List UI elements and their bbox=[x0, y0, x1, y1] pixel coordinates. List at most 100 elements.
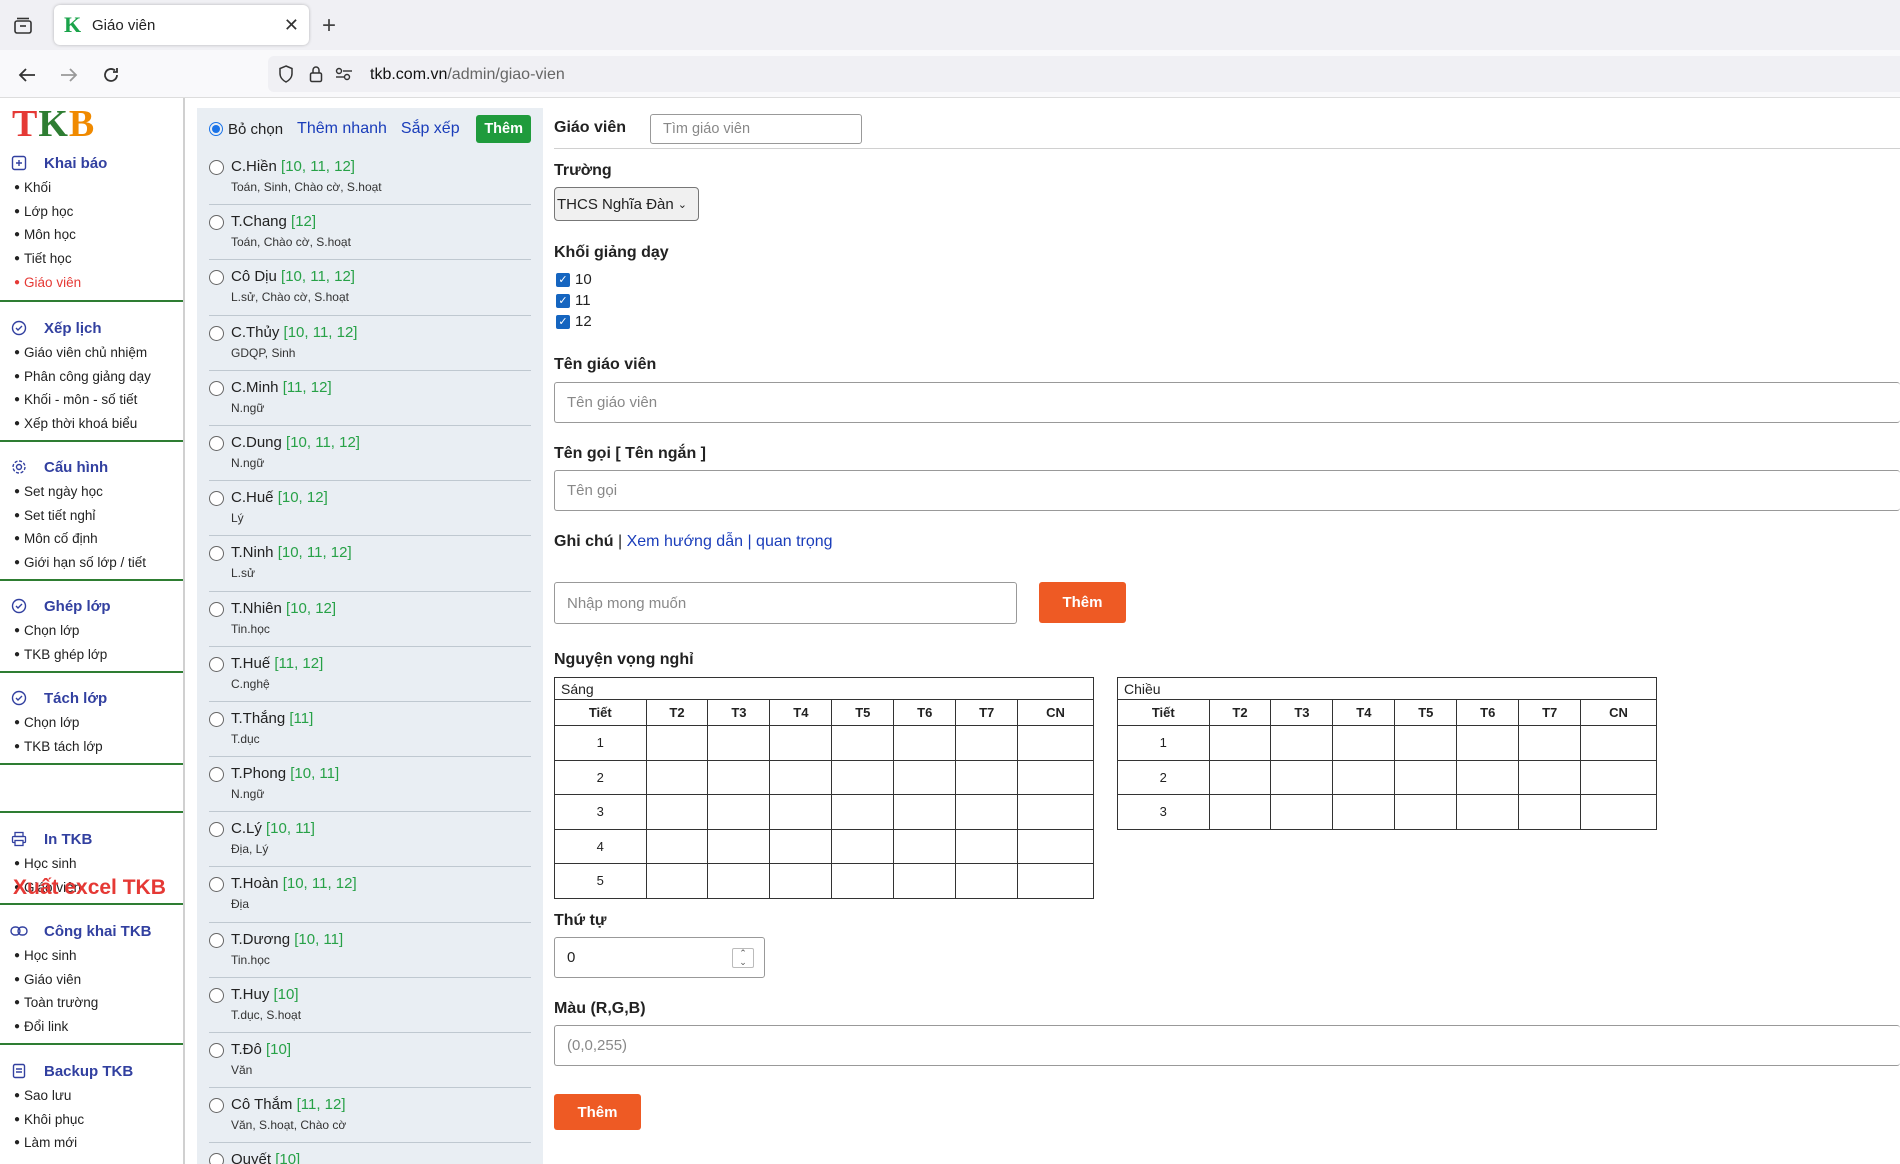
export-excel-link[interactable]: Xuất excel TKB bbox=[13, 876, 166, 900]
day-off-cell[interactable] bbox=[831, 863, 895, 899]
sidebar-item[interactable]: ● Set ngày học bbox=[0, 480, 183, 504]
day-off-cell[interactable] bbox=[955, 794, 1019, 830]
day-off-cell[interactable] bbox=[831, 725, 895, 761]
day-off-cell[interactable] bbox=[1017, 828, 1094, 864]
day-off-cell[interactable] bbox=[1518, 725, 1582, 761]
deselect-radio[interactable] bbox=[209, 122, 223, 136]
sidebar-item[interactable]: ● TKB tách lớp bbox=[0, 735, 183, 759]
order-input[interactable]: 0 ⌃ ⌄ bbox=[554, 937, 765, 978]
sidebar-item[interactable]: ● Khôi phục bbox=[0, 1108, 183, 1132]
new-tab-icon[interactable]: + bbox=[322, 12, 336, 40]
day-off-cell[interactable] bbox=[1456, 794, 1520, 830]
day-off-cell[interactable] bbox=[645, 759, 709, 795]
search-teacher-input[interactable]: Tìm giáo viên bbox=[650, 114, 862, 144]
day-off-cell[interactable] bbox=[645, 725, 709, 761]
teacher-radio[interactable] bbox=[209, 932, 224, 948]
teacher-radio[interactable] bbox=[209, 380, 224, 396]
teacher-radio[interactable] bbox=[209, 325, 224, 341]
back-icon[interactable] bbox=[15, 63, 39, 87]
grade-checkbox-10[interactable]: ✓ 10 bbox=[556, 271, 592, 288]
day-off-cell[interactable] bbox=[707, 725, 771, 761]
important-link[interactable]: quan trọng bbox=[756, 533, 833, 550]
day-off-cell[interactable] bbox=[1518, 759, 1582, 795]
day-off-cell[interactable] bbox=[1332, 759, 1396, 795]
teacher-row[interactable]: T.Ninh [10, 11, 12] L.sử bbox=[209, 536, 531, 592]
sidebar-item[interactable]: ● Học sinh bbox=[0, 944, 183, 968]
day-off-cell[interactable] bbox=[955, 863, 1019, 899]
sidebar-item[interactable]: ● Sao lưu bbox=[0, 1084, 183, 1108]
teacher-row[interactable]: C.Thủy [10, 11, 12] GDQP, Sinh bbox=[209, 316, 531, 371]
teacher-row[interactable]: C.Hiền [10, 11, 12] Toán, Sinh, Chào cờ, … bbox=[209, 150, 531, 206]
day-off-cell[interactable] bbox=[769, 863, 833, 899]
teacher-radio[interactable] bbox=[209, 822, 224, 838]
day-off-cell[interactable] bbox=[769, 759, 833, 795]
day-off-cell[interactable] bbox=[1208, 759, 1272, 795]
day-off-cell[interactable] bbox=[1518, 794, 1582, 830]
sidebar-item[interactable]: ● Set tiết nghỉ bbox=[0, 504, 183, 528]
day-off-cell[interactable] bbox=[831, 759, 895, 795]
teacher-row[interactable]: T.Hoàn [10, 11, 12] Địa bbox=[209, 867, 531, 923]
teacher-radio[interactable] bbox=[209, 491, 224, 507]
sidebar-item[interactable]: ● Toàn trường bbox=[0, 991, 183, 1015]
sidebar-item[interactable]: ● Giới hạn số lớp / tiết bbox=[0, 551, 183, 575]
teacher-row[interactable]: C.Huế [10, 12] Lý bbox=[209, 481, 531, 537]
day-off-cell[interactable] bbox=[645, 828, 709, 864]
stepper-icon[interactable]: ⌃ ⌄ bbox=[732, 948, 754, 968]
sidebar-item[interactable]: ● Lớp học bbox=[0, 200, 183, 224]
day-off-cell[interactable] bbox=[831, 828, 895, 864]
day-off-cell[interactable] bbox=[769, 828, 833, 864]
reload-icon[interactable] bbox=[99, 63, 123, 87]
day-off-cell[interactable] bbox=[955, 759, 1019, 795]
teacher-row[interactable]: Cô Thắm [11, 12] Văn, S.hoạt, Chào cờ bbox=[209, 1088, 531, 1144]
day-off-cell[interactable] bbox=[1456, 759, 1520, 795]
day-off-cell[interactable] bbox=[707, 863, 771, 899]
teacher-radio[interactable] bbox=[209, 1043, 224, 1058]
grade-checkbox-12[interactable]: ✓ 12 bbox=[556, 313, 592, 330]
sidebar-section-header[interactable]: Khai báo bbox=[0, 150, 183, 176]
browser-tab[interactable]: K Giáo viên ✕ bbox=[54, 5, 309, 45]
day-off-cell[interactable] bbox=[645, 863, 709, 899]
teacher-row[interactable]: Cô Dịu [10, 11, 12] L.sử, Chào cờ, S.hoạt bbox=[209, 260, 531, 316]
sidebar-item[interactable]: ● Chọn lớp bbox=[0, 619, 183, 643]
teacher-row[interactable]: Quyết [10] bbox=[209, 1143, 531, 1164]
day-off-cell[interactable] bbox=[707, 828, 771, 864]
teacher-radio[interactable] bbox=[209, 1098, 224, 1114]
day-off-cell[interactable] bbox=[1394, 725, 1458, 761]
sidebar-item[interactable]: ● Giáo viên bbox=[0, 968, 183, 992]
day-off-cell[interactable] bbox=[1456, 725, 1520, 761]
teacher-radio[interactable] bbox=[209, 711, 224, 727]
close-tab-icon[interactable]: ✕ bbox=[284, 15, 299, 36]
day-off-cell[interactable] bbox=[955, 725, 1019, 761]
teacher-row[interactable]: T.Huế [11, 12] C.nghệ bbox=[209, 647, 531, 702]
forward-icon[interactable] bbox=[57, 63, 81, 87]
teacher-row[interactable]: C.Lý [10, 11] Địa, Lý bbox=[209, 812, 531, 868]
teacher-radio[interactable] bbox=[209, 435, 224, 451]
day-off-cell[interactable] bbox=[1332, 794, 1396, 830]
teacher-row[interactable]: C.Dung [10, 11, 12] N.ngữ bbox=[209, 426, 531, 482]
day-off-cell[interactable] bbox=[893, 794, 957, 830]
day-off-cell[interactable] bbox=[1270, 759, 1334, 795]
teacher-row[interactable]: T.Huy [10] T.dục, S.hoạt bbox=[209, 978, 531, 1033]
sidebar-item[interactable]: ● Học sinh bbox=[0, 852, 183, 876]
day-off-cell[interactable] bbox=[1208, 794, 1272, 830]
day-off-cell[interactable] bbox=[769, 725, 833, 761]
sidebar-item[interactable]: ● Khối bbox=[0, 176, 183, 200]
teacher-radio[interactable] bbox=[209, 601, 224, 617]
teacher-radio[interactable] bbox=[209, 270, 224, 286]
teacher-radio[interactable] bbox=[209, 656, 224, 672]
grade-checkbox-11[interactable]: ✓ 11 bbox=[556, 292, 591, 309]
teacher-radio[interactable] bbox=[209, 767, 224, 783]
teacher-row[interactable]: T.Phong [10, 11] N.ngữ bbox=[209, 757, 531, 813]
day-off-cell[interactable] bbox=[1017, 759, 1094, 795]
day-off-cell[interactable] bbox=[645, 794, 709, 830]
sidebar-item[interactable]: ● Môn học bbox=[0, 223, 183, 247]
wish-input[interactable]: Nhập mong muốn bbox=[554, 582, 1017, 624]
sidebar-item[interactable]: ● Giáo viên bbox=[0, 270, 183, 294]
teacher-name-input[interactable]: Tên giáo viên bbox=[554, 382, 1900, 423]
day-off-cell[interactable] bbox=[769, 794, 833, 830]
sidebar-item[interactable]: ● Làm mới bbox=[0, 1131, 183, 1155]
day-off-cell[interactable] bbox=[1580, 759, 1657, 795]
day-off-cell[interactable] bbox=[1017, 794, 1094, 830]
add-teacher-button[interactable]: Thêm bbox=[476, 115, 531, 143]
teacher-radio[interactable] bbox=[209, 987, 224, 1003]
